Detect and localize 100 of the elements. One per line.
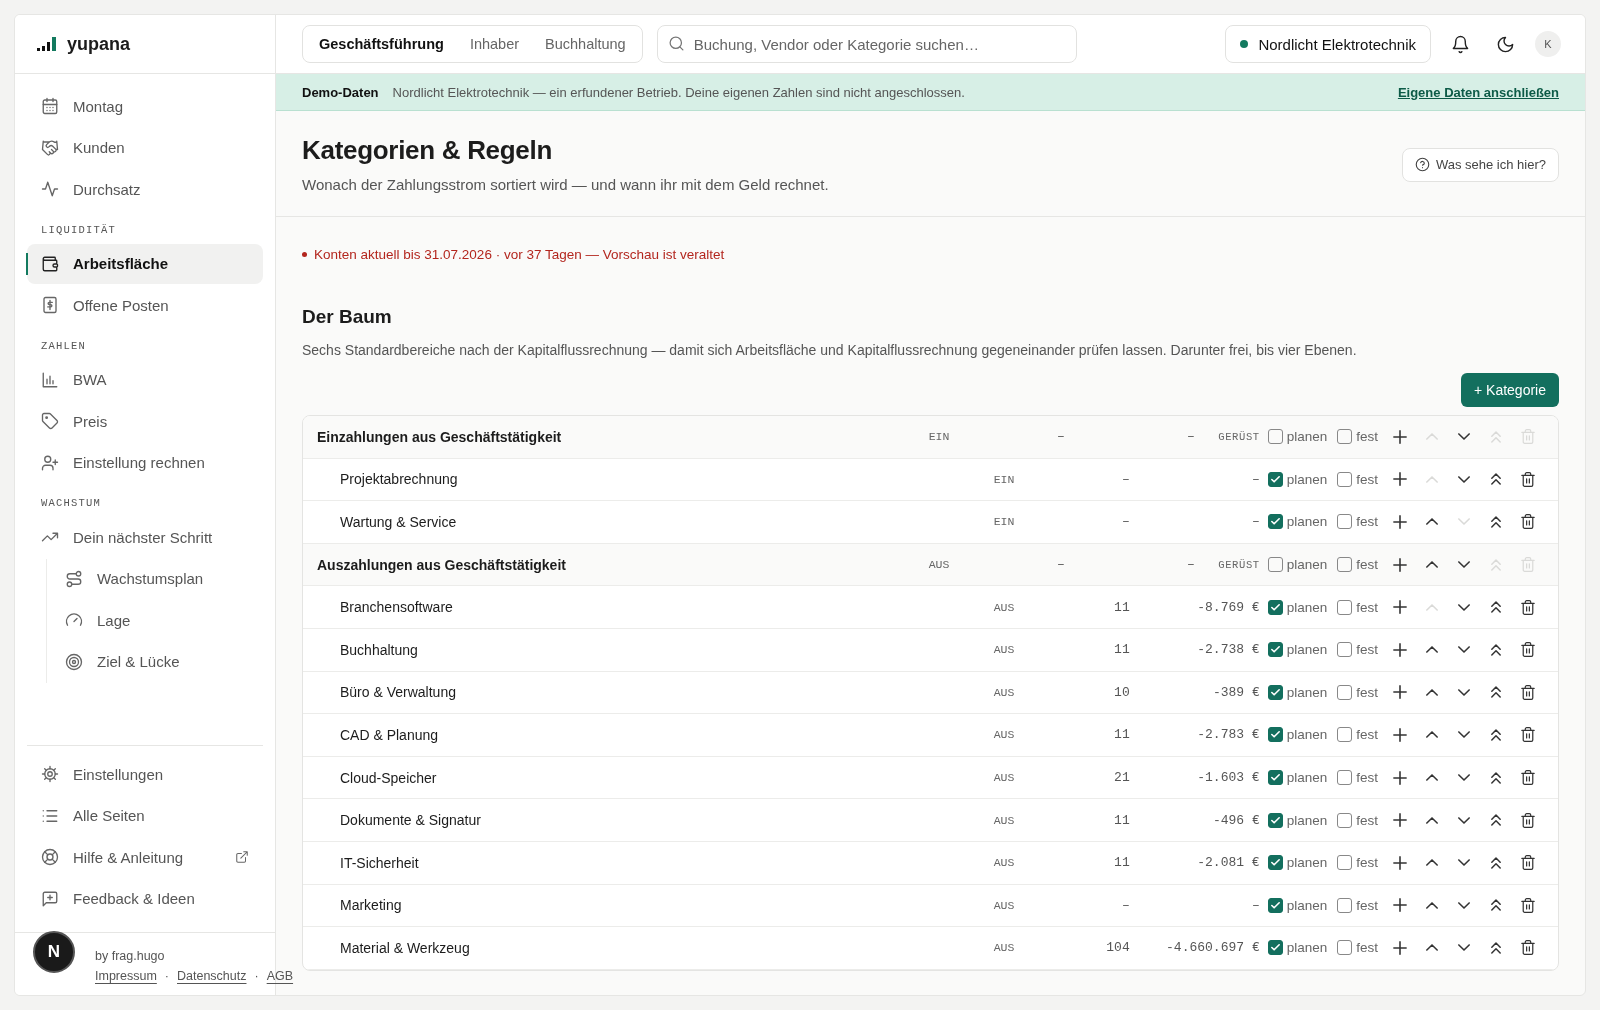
stale-data-warning: Konten aktuell bis 31.07.2026 · vor 37 Tagen — Vorschau ist veraltet	[314, 247, 725, 262]
checkbox-label: fest	[1356, 471, 1378, 487]
sidebar-item[interactable]: Dein nächster Schritt	[27, 517, 263, 557]
booking-count: 10	[1113, 684, 1130, 700]
sidebar-item[interactable]: Kunden	[27, 127, 263, 168]
checkbox[interactable]	[1337, 642, 1353, 658]
checkbox-label: planen	[1286, 514, 1328, 530]
checkbox[interactable]	[1267, 642, 1283, 658]
sidebar-item[interactable]: Durchsatz	[27, 169, 263, 209]
checkbox-label: planen	[1286, 897, 1328, 913]
sidebar-item[interactable]: Wachstumsplan	[51, 558, 263, 599]
checkbox[interactable]	[1267, 684, 1283, 700]
amount: -389 €	[1211, 684, 1260, 700]
separator-dot: ·	[254, 969, 259, 983]
settings-icon	[41, 765, 59, 783]
checkbox[interactable]	[1337, 727, 1353, 743]
add-category-button[interactable]: + Kategorie	[1461, 373, 1559, 407]
booking-count: –	[1055, 429, 1065, 445]
checkbox-label: fest	[1356, 940, 1378, 956]
checkbox[interactable]	[1337, 940, 1353, 956]
user-plus-icon	[41, 453, 59, 472]
checkbox[interactable]	[1267, 599, 1283, 615]
footer-link[interactable]: AGB	[266, 969, 294, 983]
connect-data-link[interactable]: Eigene Daten anschließen	[1397, 84, 1559, 100]
plus-icon	[1393, 642, 1407, 657]
section-heading: WACHSTUM	[40, 496, 102, 511]
checkbox-label: fest	[1356, 770, 1378, 786]
checkbox[interactable]	[1337, 429, 1353, 445]
checkbox-label: planen	[1286, 855, 1328, 871]
sidebar-item[interactable]: Arbeitsfläche	[27, 243, 263, 284]
category-name: Branchensoftware	[339, 599, 454, 616]
checkbox-label: fest	[1356, 557, 1378, 573]
checkbox[interactable]	[1337, 471, 1353, 487]
role-tab[interactable]: Buchhaltung	[532, 29, 639, 59]
category-name: CAD & Planung	[339, 726, 440, 743]
sidebar-item[interactable]: Feedback & Ideen	[27, 878, 263, 919]
external-link-icon	[235, 850, 249, 864]
footer-link[interactable]: Datenschutz	[177, 969, 247, 983]
plus-icon	[1393, 727, 1407, 742]
checkbox[interactable]	[1267, 471, 1283, 487]
help-button[interactable]: Was sehe ich hier?	[1401, 147, 1559, 182]
sidebar-item[interactable]: Einstellung rechnen	[27, 442, 263, 483]
checkbox[interactable]	[1267, 940, 1283, 956]
direction-label: AUS	[993, 728, 1016, 742]
check-icon	[1269, 601, 1281, 613]
tag-icon	[41, 412, 59, 430]
direction-label: AUS	[993, 856, 1016, 870]
amount: –	[1250, 471, 1260, 487]
role-tab[interactable]: Inhaber	[456, 29, 533, 59]
footer-link[interactable]: Impressum	[95, 969, 157, 983]
checkbox[interactable]	[1337, 557, 1353, 573]
checkbox[interactable]	[1267, 855, 1283, 871]
checkbox[interactable]	[1267, 557, 1283, 573]
plus-icon	[1393, 557, 1407, 572]
plus-icon	[1393, 813, 1407, 828]
checkbox[interactable]	[1337, 897, 1353, 913]
checkbox[interactable]	[1267, 727, 1283, 743]
sidebar-item[interactable]: Lage	[51, 600, 263, 640]
plus-icon	[1393, 855, 1407, 870]
checkbox[interactable]	[1267, 514, 1283, 530]
search-field[interactable]: Buchung, Vendor oder Kategorie suchen…	[656, 25, 1077, 63]
checkbox[interactable]	[1337, 514, 1353, 530]
sidebar-item[interactable]: Offene Posten	[27, 285, 263, 325]
help-icon	[1414, 157, 1430, 172]
sidebar-item[interactable]: Preis	[27, 401, 263, 441]
section-heading: ZAHLEN	[40, 338, 87, 354]
direction-label: EIN	[928, 430, 951, 444]
direction-label: EIN	[993, 515, 1016, 529]
checkbox[interactable]	[1337, 812, 1353, 828]
checkbox[interactable]	[1267, 897, 1283, 913]
checkbox[interactable]	[1337, 855, 1353, 871]
checkbox[interactable]	[1337, 684, 1353, 700]
checkbox-label: planen	[1286, 940, 1328, 956]
checkbox[interactable]	[1267, 770, 1283, 786]
sidebar-item[interactable]: BWA	[27, 359, 263, 400]
direction-label: AUS	[928, 558, 951, 572]
booking-count: 11	[1113, 599, 1130, 615]
company-switcher[interactable]: Nordlicht Elektrotechnik	[1225, 25, 1431, 63]
avatar[interactable]: K	[1535, 31, 1561, 57]
checkbox-label: planen	[1286, 557, 1328, 573]
checkbox[interactable]	[1337, 770, 1353, 786]
brand-name: yupana	[67, 33, 131, 55]
checkbox[interactable]	[1337, 599, 1353, 615]
bell-icon	[1451, 34, 1470, 54]
direction-label: AUS	[993, 898, 1016, 912]
sidebar-item[interactable]: Alle Seiten	[27, 795, 263, 836]
sidebar-item[interactable]: Montag	[27, 86, 263, 126]
sidebar-item[interactable]: Hilfe & Anleitung	[27, 837, 263, 877]
checkbox[interactable]	[1267, 429, 1283, 445]
sidebar-item[interactable]: Ziel & Lücke	[51, 641, 263, 682]
search-icon	[667, 35, 685, 52]
category-name: Wartung & Service	[339, 514, 458, 530]
plus-icon	[1393, 940, 1407, 955]
check-icon	[1269, 814, 1281, 826]
checkbox[interactable]	[1267, 812, 1283, 828]
sidebar-item[interactable]: Einstellungen	[27, 754, 263, 794]
credit-text: by frag.hugo	[95, 949, 166, 963]
checkbox-label: fest	[1356, 897, 1378, 913]
booking-count: 11	[1113, 855, 1130, 871]
booking-count: 11	[1113, 812, 1130, 828]
